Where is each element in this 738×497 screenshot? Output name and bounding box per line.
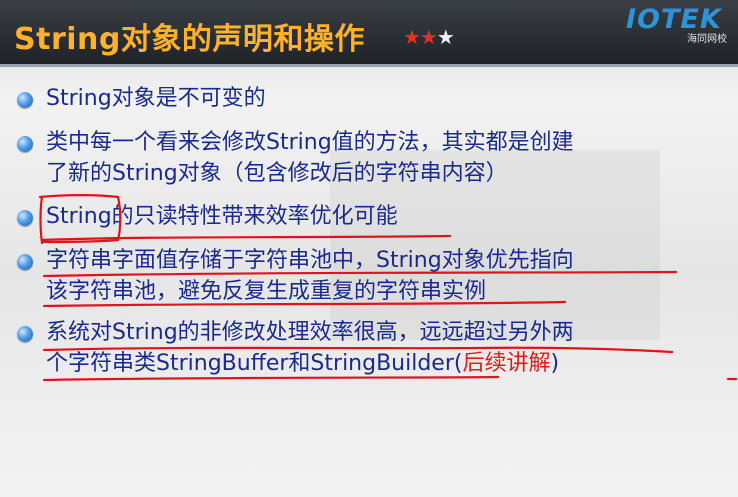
bullet-5-line-2: 个字符串类StringBuffer和StringBuilder(后续讲解) <box>46 349 559 379</box>
bullet-icon <box>17 326 33 342</box>
bullet-icon <box>17 136 33 152</box>
closing-paren: ) <box>550 351 560 376</box>
slide-content: String对象是不可变的 类中每一个看来会修改String值的方法，其实都是创… <box>0 64 738 497</box>
title-bar: String对象的声明和操作 ★★★ IOTEK 海同网校 <box>0 0 738 67</box>
slide-title: String对象的声明和操作 <box>14 22 365 57</box>
slide: String对象的声明和操作 ★★★ IOTEK 海同网校 String对象是不… <box>0 0 738 497</box>
bullet-2-line-2: 了新的String对象（包含修改后的字符串内容） <box>46 161 508 186</box>
bullet-1-line-1: String对象是不可变的 <box>46 86 266 111</box>
iotek-logo: IOTEK 海同网校 <box>626 4 731 45</box>
bullet-4-line-2: 该字符串池，避免反复生成重复的字符串实例 <box>46 279 487 304</box>
bullet-4-line-1: 字符串字面值存储于字符串池中，String对象优先指向 <box>46 248 574 273</box>
star-empty-icon: ★ <box>436 25 455 49</box>
bullet-5-line-2-text: 个字符串类StringBuffer和StringBuilder( <box>46 351 463 376</box>
star-filled-icon: ★★ <box>403 25 438 49</box>
bullet-icon <box>17 92 33 108</box>
bullet-2-line-1: 类中每一个看来会修改String值的方法，其实都是创建 <box>46 130 574 155</box>
difficulty-stars: ★★★ <box>403 25 455 49</box>
bullet-5-line-1: 系统对String的非修改处理效率很高，远远超过另外两 <box>46 320 574 345</box>
bullet-3-line-1: String的只读特性带来效率优化可能 <box>46 204 398 229</box>
follow-up-note: 后续讲解 <box>462 351 551 376</box>
bullet-icon <box>17 254 33 270</box>
bullet-icon <box>17 210 33 226</box>
logo-subtitle: 海同网校 <box>687 34 727 45</box>
